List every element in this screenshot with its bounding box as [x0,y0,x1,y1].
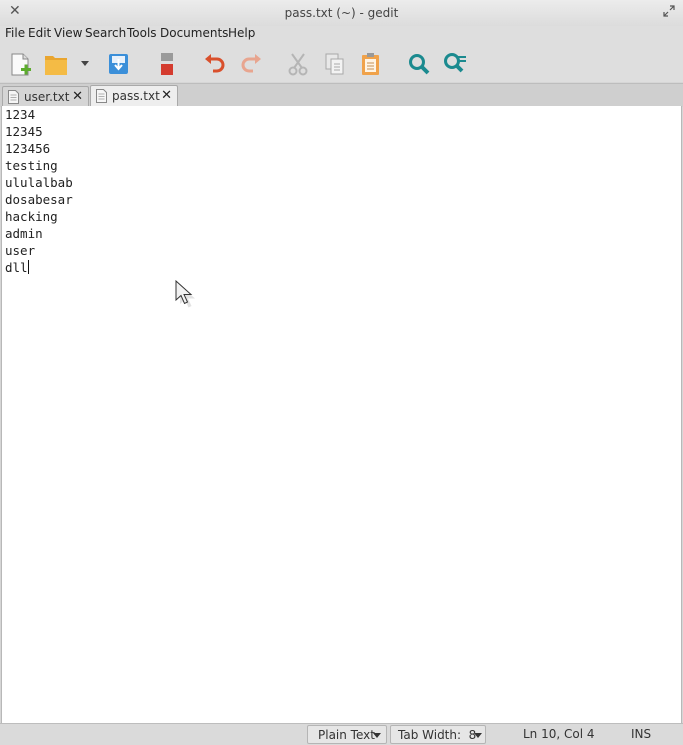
menu-tools[interactable]: Tools [127,26,157,40]
insert-mode: INS [631,727,652,741]
editor-line-text: dll [5,260,28,275]
language-dropdown[interactable]: Plain Text [307,725,387,744]
search-replace-button[interactable] [442,51,468,77]
chevron-down-icon [474,733,482,738]
tab-close-icon[interactable]: ✕ [72,89,83,105]
save-icon [109,54,128,74]
menu-view[interactable]: View [54,26,82,40]
menu-edit[interactable]: Edit [28,26,51,40]
search-button[interactable] [406,51,432,77]
paste-icon [362,53,379,75]
editor-line: ululalbab [5,175,73,190]
editor-line: testing [5,158,58,173]
undo-icon [205,54,225,73]
chevron-down-icon [373,733,381,738]
new-document-button[interactable] [8,51,34,77]
tab-width-label: Tab Width: 8 [398,728,477,742]
tab-user-txt[interactable]: user.txt ✕ [2,86,89,106]
chevron-down-icon [81,61,89,66]
text-caret [27,260,29,274]
cut-icon [288,53,308,76]
menu-help[interactable]: Help [228,26,255,40]
mouse-pointer-icon [175,280,195,308]
copy-button[interactable] [322,51,348,77]
new-document-icon [11,53,31,76]
copy-icon [325,53,344,75]
menu-documents[interactable]: Documents [160,26,228,40]
cursor-position: Ln 10, Col 4 [523,727,595,741]
window-title: pass.txt (~) - gedit [284,6,399,20]
editor-line: 123456 [5,141,51,156]
undo-button[interactable] [202,51,228,77]
tab-close-icon[interactable]: ✕ [161,88,172,104]
tab-label: user.txt [24,90,70,104]
paste-button[interactable] [358,51,384,77]
print-button[interactable] [154,51,180,77]
editor-line: 1234 [5,107,36,122]
tab-width-dropdown[interactable]: Tab Width: 8 [390,725,486,744]
window-maximize-icon[interactable] [663,5,675,17]
editor-line-current: dll [5,259,29,276]
menu-file[interactable]: File [5,26,25,40]
open-recent-dropdown[interactable] [78,51,92,77]
menu-bar: File Edit View Search Tools Documents He… [0,26,683,44]
language-label: Plain Text [318,728,375,742]
tab-bar: user.txt ✕ pass.txt ✕ [0,83,683,107]
open-button[interactable] [44,51,70,77]
editor-line: dosabesar [5,192,73,207]
editor-line: 12345 [5,124,43,139]
tab-pass-txt[interactable]: pass.txt ✕ [90,85,178,107]
editor-line: user [5,243,36,258]
folder-icon [45,56,67,75]
status-bar: Plain Text Tab Width: 8 Ln 10, Col 4 INS [0,723,683,745]
cut-button[interactable] [286,51,312,77]
text-editor[interactable]: 1234 12345 123456 testing ululalbab dosa… [1,106,682,723]
redo-icon [241,54,261,73]
toolbar [0,44,683,82]
document-icon [96,89,107,103]
menu-search[interactable]: Search [85,26,126,40]
document-icon [8,90,19,104]
editor-line: hacking [5,209,58,224]
search-replace-icon [444,53,466,73]
save-button[interactable] [106,51,132,77]
editor-line: admin [5,226,43,241]
search-icon [409,54,430,75]
tab-label: pass.txt [112,89,160,103]
title-bar: ✕ pass.txt (~) - gedit [0,0,683,26]
print-icon [161,53,173,75]
redo-button[interactable] [238,51,264,77]
